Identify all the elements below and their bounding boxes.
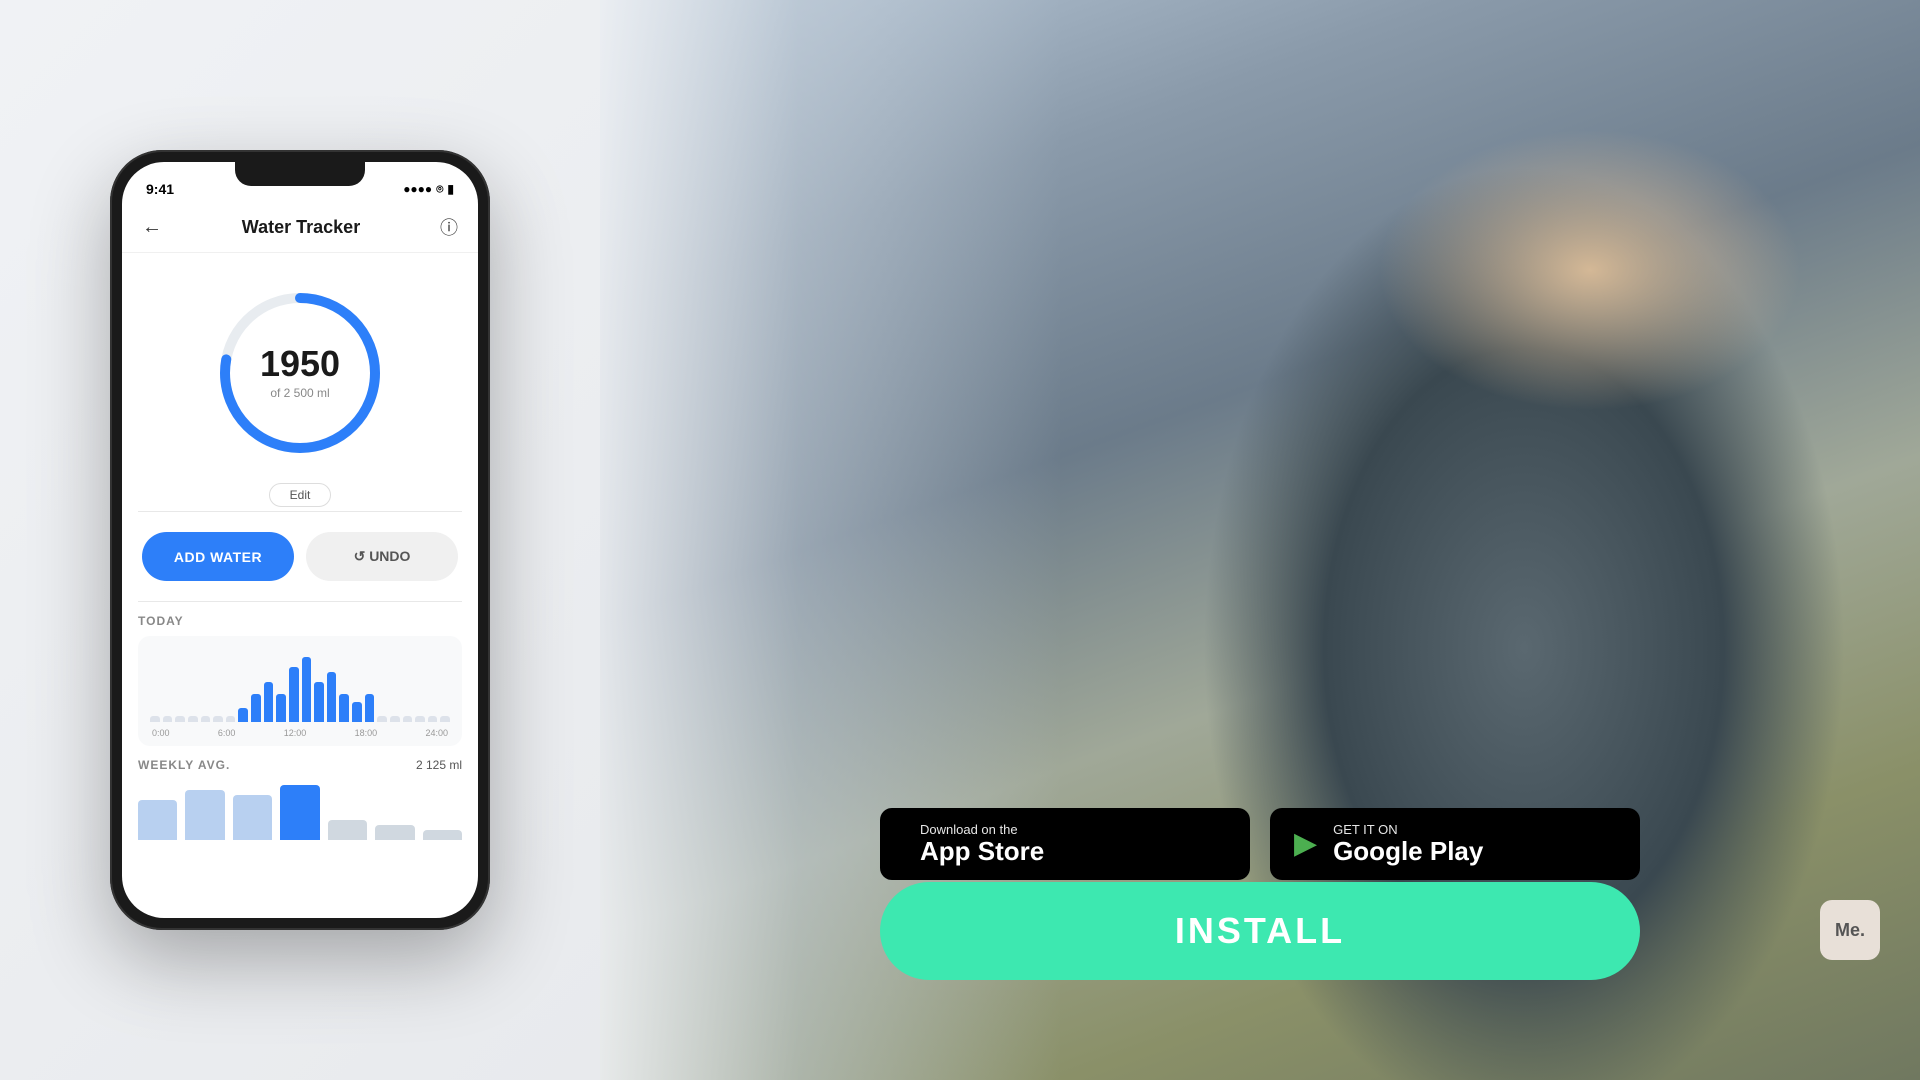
info-button[interactable]: ⓘ	[440, 214, 458, 240]
chart-bar	[276, 694, 286, 722]
install-button[interactable]: INSTALL	[880, 882, 1640, 980]
google-play-icon: ▶	[1294, 829, 1317, 859]
app-store-line2: App Store	[920, 837, 1044, 866]
chart-bar	[327, 672, 337, 722]
chart-bar	[415, 716, 425, 722]
left-panel: 9:41 ●●●● ⌾ ▮ ← Water Tracker ⓘ	[0, 0, 600, 1080]
app-header: ← Water Tracker ⓘ	[122, 206, 478, 253]
chart-bar	[238, 708, 248, 722]
chart-bar	[175, 716, 185, 722]
chart-bar	[163, 716, 173, 722]
today-chart: 0:00 6:00 12:00 18:00 24:00	[138, 636, 462, 746]
status-time: 9:41	[146, 181, 174, 197]
time-label-4: 24:00	[425, 728, 448, 738]
weekly-bar	[233, 795, 272, 840]
wifi-icon: ⌾	[436, 182, 443, 197]
chart-bar	[339, 694, 349, 722]
time-label-1: 6:00	[218, 728, 236, 738]
chart-bar	[213, 716, 223, 722]
weekly-avg-value: 2 125 ml	[416, 758, 462, 772]
status-icons: ●●●● ⌾ ▮	[403, 182, 454, 197]
chart-bar	[251, 694, 261, 722]
divider-1	[138, 511, 462, 512]
weekly-bar	[423, 830, 462, 840]
app-store-button[interactable]: Download on the App Store	[880, 808, 1250, 880]
back-button[interactable]: ←	[142, 216, 162, 239]
chart-bar	[264, 682, 274, 722]
weekly-bar	[375, 825, 414, 840]
chart-bar	[150, 716, 160, 722]
chart-bar	[201, 716, 211, 722]
circle-text: 1950 of 2 500 ml	[260, 346, 340, 400]
app-store-line1: Download on the	[920, 822, 1044, 838]
weekly-bar	[138, 800, 177, 840]
weekly-bar	[280, 785, 319, 840]
weekly-avg-label: WEEKLY AVG.	[138, 758, 230, 772]
water-progress-circle: 1950 of 2 500 ml	[138, 283, 462, 463]
store-buttons: Download on the App Store ▶ GET IT ON Go…	[880, 808, 1640, 880]
weekly-bar	[185, 790, 224, 840]
chart-bar	[428, 716, 438, 722]
app-title: Water Tracker	[242, 217, 360, 238]
signal-icon: ●●●●	[403, 182, 432, 196]
google-play-line1: GET IT ON	[1333, 822, 1483, 838]
water-amount: 1950	[260, 346, 340, 382]
water-goal: of 2 500 ml	[260, 386, 340, 400]
google-play-button[interactable]: ▶ GET IT ON Google Play	[1270, 808, 1640, 880]
chart-bar	[302, 657, 312, 722]
battery-icon: ▮	[447, 182, 454, 196]
chart-bar	[352, 702, 362, 722]
phone-notch	[235, 162, 365, 186]
chart-bar	[314, 682, 324, 722]
weekly-bar	[328, 820, 367, 840]
circle-progress: 1950 of 2 500 ml	[210, 283, 390, 463]
right-panel: Download on the App Store ▶ GET IT ON Go…	[600, 0, 1920, 1080]
weekly-header: WEEKLY AVG. 2 125 ml	[138, 758, 462, 772]
time-label-2: 12:00	[284, 728, 307, 738]
me-badge: Me.	[1820, 900, 1880, 960]
add-water-button[interactable]: ADD WATER	[142, 532, 294, 581]
chart-bar	[390, 716, 400, 722]
chart-bar	[377, 716, 387, 722]
google-play-text: GET IT ON Google Play	[1333, 822, 1483, 866]
phone-mockup: 9:41 ●●●● ⌾ ▮ ← Water Tracker ⓘ	[110, 150, 490, 930]
chart-bar	[289, 667, 299, 722]
divider-2	[138, 601, 462, 602]
app-store-text: Download on the App Store	[920, 822, 1044, 866]
time-label-0: 0:00	[152, 728, 170, 738]
chart-bar	[440, 716, 450, 722]
weekly-bars	[138, 780, 462, 840]
chart-bars	[150, 652, 450, 722]
phone-screen: 9:41 ●●●● ⌾ ▮ ← Water Tracker ⓘ	[122, 162, 478, 918]
today-label: TODAY	[138, 614, 462, 628]
chart-bar	[226, 716, 236, 722]
google-play-line2: Google Play	[1333, 837, 1483, 866]
chart-bar	[403, 716, 413, 722]
time-label-3: 18:00	[355, 728, 378, 738]
chart-bar	[188, 716, 198, 722]
action-buttons: ADD WATER ↺ UNDO	[138, 532, 462, 581]
chart-bar	[365, 694, 375, 722]
chart-labels: 0:00 6:00 12:00 18:00 24:00	[150, 728, 450, 738]
undo-button[interactable]: ↺ UNDO	[306, 532, 458, 581]
app-content: 1950 of 2 500 ml Edit ADD WATER ↺ UNDO	[122, 253, 478, 860]
edit-button[interactable]: Edit	[269, 483, 332, 507]
